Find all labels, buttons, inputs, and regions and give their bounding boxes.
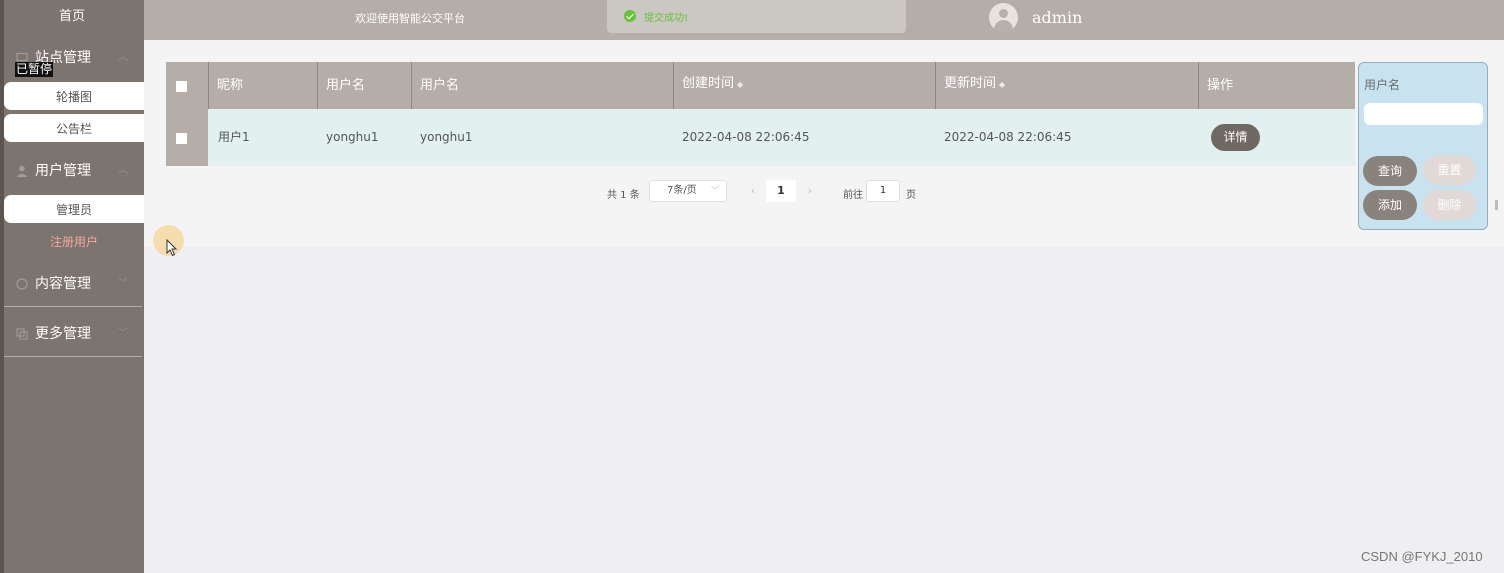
search-panel: 用户名 查询 重置 添加 删除 [1358,62,1488,230]
page-size-select[interactable]: 7条/页 ﹀ [649,180,727,202]
row-checkbox-cell [166,109,208,166]
header-checkbox-cell [166,62,208,109]
divider [4,356,142,357]
chevron-down-icon: ﹀ [711,186,719,195]
query-button[interactable]: 查询 [1363,156,1417,186]
divider [4,306,142,307]
avatar-body [994,20,1013,32]
sort-icon[interactable]: ◆ [737,80,743,89]
cell-created: 2022-04-08 22:06:45 [682,130,810,144]
prev-page-button[interactable]: ‹ [740,180,766,202]
table-row: 用户1 yonghu1 yonghu1 2022-04-08 22:06:45 … [166,109,1355,166]
page-suffix: 页 [906,190,916,201]
pagination-total: 共 1 条 [607,190,640,201]
sidebar-item-carousel[interactable]: 轮播图 [4,82,144,110]
sidebar-home[interactable]: 首页 [0,0,144,34]
row-checkbox[interactable] [176,133,187,144]
sidebar-group-content[interactable]: 内容管理 ﹀ [4,269,142,299]
sidebar-group-label: 用户管理 [35,163,91,179]
sidebar-group-label: 更多管理 [35,326,91,342]
chevron-up-icon: ︿ [118,165,128,176]
success-toast: 提交成功! [607,0,906,33]
top-header: 欢迎使用智能公交平台 提交成功! admin [144,0,1504,40]
sidebar-item-notice[interactable]: 公告栏 [4,114,144,142]
chat-icon [16,278,28,290]
sidebar-group-label: 内容管理 [35,276,91,292]
delete-button[interactable]: 删除 [1423,190,1476,220]
goto-label: 前往 [843,190,863,201]
column-header-action: 操作 [1198,62,1355,109]
watermark: CSDN @FYKJ_2010 [1361,549,1483,564]
username-search-input[interactable] [1364,103,1483,125]
paused-overlay-label: 已暂停 [15,62,54,77]
current-page-number[interactable]: 1 [766,180,796,202]
column-header-nickname: 昵称 [208,62,317,109]
sidebar-item-registered-users[interactable]: 注册用户 [4,227,144,255]
sidebar-group-more[interactable]: 更多管理 ﹀ [4,319,142,349]
avatar[interactable] [989,3,1018,32]
page-size-value: 7条/页 [667,185,697,196]
scrollbar[interactable] [1495,200,1498,210]
search-label: 用户名 [1364,78,1401,92]
add-button[interactable]: 添加 [1363,190,1417,220]
column-header-created[interactable]: 创建时间 ◆ [673,62,935,109]
cell-username-2: yonghu1 [420,130,473,144]
column-header-username: 用户名 [317,62,411,109]
select-all-checkbox[interactable] [176,81,187,92]
reset-button[interactable]: 重置 [1423,155,1476,185]
sidebar-item-admins[interactable]: 管理员 [4,195,144,223]
welcome-text: 欢迎使用智能公交平台 [355,12,465,25]
current-username[interactable]: admin [1032,8,1082,27]
detail-button[interactable]: 详情 [1211,124,1260,151]
sort-icon[interactable]: ◆ [999,80,1005,89]
chevron-down-icon: ﹀ [118,328,128,339]
goto-page-input[interactable]: 1 [866,180,900,202]
copy-icon [16,328,28,340]
chevron-up-icon: ︿ [118,52,128,63]
column-header-username-2: 用户名 [411,62,673,109]
avatar-head [999,9,1008,18]
column-header-updated[interactable]: 更新时间 ◆ [935,62,1198,109]
next-page-button[interactable]: › [797,180,823,202]
sidebar-group-user[interactable]: 用户管理 ︿ [4,156,142,186]
table-header: 昵称 用户名 用户名 创建时间 ◆ 更新时间 ◆ 操作 [166,62,1355,109]
cell-username: yonghu1 [326,130,379,144]
cell-nickname: 用户1 [218,130,250,144]
chevron-down-icon: ﹀ [118,278,128,289]
check-circle-icon [624,10,636,22]
cell-updated: 2022-04-08 22:06:45 [944,130,1072,144]
toast-message: 提交成功! [644,13,689,24]
user-icon [16,165,28,177]
mouse-pointer-icon [166,239,178,257]
